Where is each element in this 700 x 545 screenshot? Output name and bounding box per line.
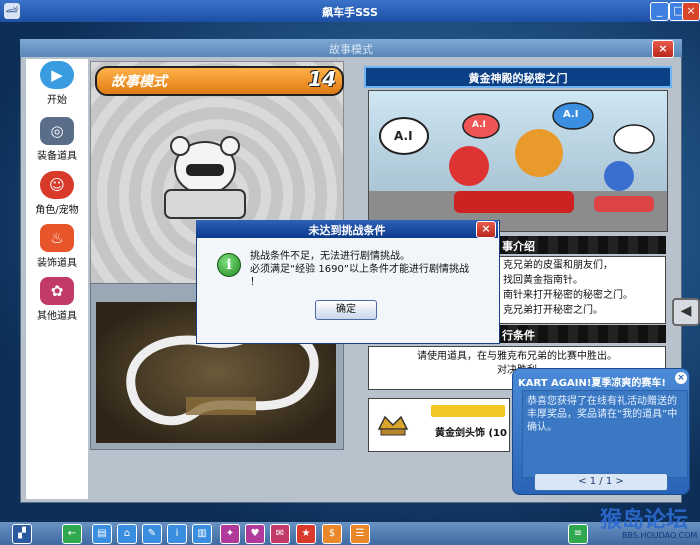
flame-shirt-icon: ♨	[40, 224, 74, 252]
intro-line-2: 找回黄金指南针。	[503, 275, 583, 286]
alert-close-button[interactable]: ×	[476, 221, 496, 238]
racers-illustration	[369, 102, 667, 231]
window-close-button[interactable]: ×	[682, 2, 700, 21]
alert-dialog-title: 未达到挑战条件	[308, 224, 386, 237]
stars-icon[interactable]: ★	[296, 524, 316, 544]
story-banner-title: 故事模式	[111, 74, 167, 90]
garage-icon[interactable]: ▤	[92, 524, 112, 544]
intro-line-4: 克兄弟打开秘密之门。	[503, 305, 603, 316]
nav-label-other: 其他道具	[37, 311, 77, 322]
alert-dialog-header: 未达到挑战条件	[196, 220, 498, 238]
window-title: 飙车手SSS	[322, 6, 378, 19]
condition-section-title: 行条件	[502, 329, 535, 342]
window-titlebar: 🏎 飙车手SSS _ □ ×	[0, 0, 700, 22]
nav-item-character[interactable]: ☺ 角色/宠物	[26, 171, 88, 216]
nav-item-decoration[interactable]: ♨ 装饰道具	[26, 224, 88, 269]
story-level-number: 14	[308, 67, 336, 91]
event-popup-body: 恭喜您获得了在线有礼活动赠送的丰厚奖品，奖品请在“我的道具”中确认。	[522, 390, 688, 478]
intro-line-1: 克兄弟的皮蛋和朋友们，	[503, 260, 613, 271]
goggles-icon: ◎	[40, 117, 74, 145]
panel-title: 故事模式	[329, 43, 373, 56]
gift-box-icon: ✿	[40, 277, 74, 305]
reward-label: 黄金剑头饰 (10	[435, 428, 507, 439]
info-icon: i	[217, 253, 241, 277]
ai-bubble-3: A.I	[563, 109, 579, 120]
reward-box: 黄金剑头饰 (10	[368, 398, 510, 452]
notes-icon[interactable]: ≡	[568, 524, 588, 544]
panel-header: 故事模式	[20, 39, 682, 57]
intro-section-title: 事介绍	[502, 240, 535, 253]
side-arrow-button[interactable]: ◀	[672, 298, 700, 326]
character-icon: ☺	[40, 171, 74, 199]
home-icon[interactable]: ⌂	[117, 524, 137, 544]
play-icon: ▶	[40, 61, 74, 89]
ok-button[interactable]: 确定	[315, 300, 377, 320]
shop-icon[interactable]: $	[322, 524, 342, 544]
story-banner: 故事模式 14	[95, 66, 344, 96]
alert-message: 挑战条件不足，无法进行剧情挑战。 必须满足“经验 1690”以上条件才能进行剧情…	[250, 250, 490, 289]
mail-icon[interactable]: ✉	[270, 524, 290, 544]
panel-close-button[interactable]: ×	[652, 40, 674, 58]
alert-line-3: ！	[250, 277, 260, 288]
stage-illustration: A.I A.I A.I	[368, 90, 668, 232]
watermark-logo: 猴岛论坛	[600, 507, 689, 533]
nav-label-equipment: 装备道具	[37, 151, 77, 162]
popup-close-icon[interactable]: ×	[675, 372, 687, 384]
stage-title-bar: 黄金神殿的秘密之门	[364, 66, 672, 88]
nav-item-equipment[interactable]: ◎ 装备道具	[26, 117, 88, 162]
back-arrow-icon[interactable]: ←	[62, 524, 82, 544]
info-circle-icon[interactable]: i	[167, 524, 187, 544]
nav-item-start[interactable]: ▶ 开始	[26, 61, 88, 106]
stage-title: 黄金神殿的秘密之门	[468, 72, 568, 85]
nav-item-other[interactable]: ✿ 其他道具	[26, 277, 88, 322]
alert-line-1: 挑战条件不足，无法进行剧情挑战。	[250, 251, 410, 262]
menu-icon[interactable]: ▞	[12, 524, 32, 544]
left-nav: ▶ 开始 ◎ 装备道具 ☺ 角色/宠物 ♨ 装饰道具 ✿ 其他道具	[26, 59, 88, 499]
minimize-button[interactable]: _	[650, 2, 669, 21]
intro-line-3: 南针来打开秘密的秘密之门。	[503, 290, 633, 301]
puzzle-icon[interactable]: ✦	[220, 524, 240, 544]
reward-header-bar	[431, 405, 505, 417]
wrench-icon[interactable]: ✎	[142, 524, 162, 544]
ai-bubble-1: A.I	[394, 129, 413, 143]
event-popup-title: KART AGAIN!夏季凉爽的赛车!	[518, 378, 666, 389]
heart-icon[interactable]: ♥	[245, 524, 265, 544]
character-avatar-icon	[164, 136, 246, 219]
chat-icon[interactable]: ☰	[350, 524, 370, 544]
book-icon[interactable]: ▥	[192, 524, 212, 544]
nav-label-character: 角色/宠物	[35, 205, 79, 216]
popup-pager[interactable]: < 1 / 1 >	[534, 473, 668, 491]
alert-line-2: 必须满足“经验 1690”以上条件才能进行剧情挑战	[250, 264, 469, 275]
nav-label-decoration: 装饰道具	[37, 258, 77, 269]
ai-bubble-2: A.I	[472, 120, 486, 130]
condition-line-1: 请使用道具，在与雅克布兄弟的比赛中胜出。	[417, 351, 617, 362]
watermark-url: BBS.HOUDAO.COM	[622, 531, 698, 540]
golden-sword-headwear-icon	[377, 415, 409, 436]
nav-label-start: 开始	[47, 95, 67, 106]
